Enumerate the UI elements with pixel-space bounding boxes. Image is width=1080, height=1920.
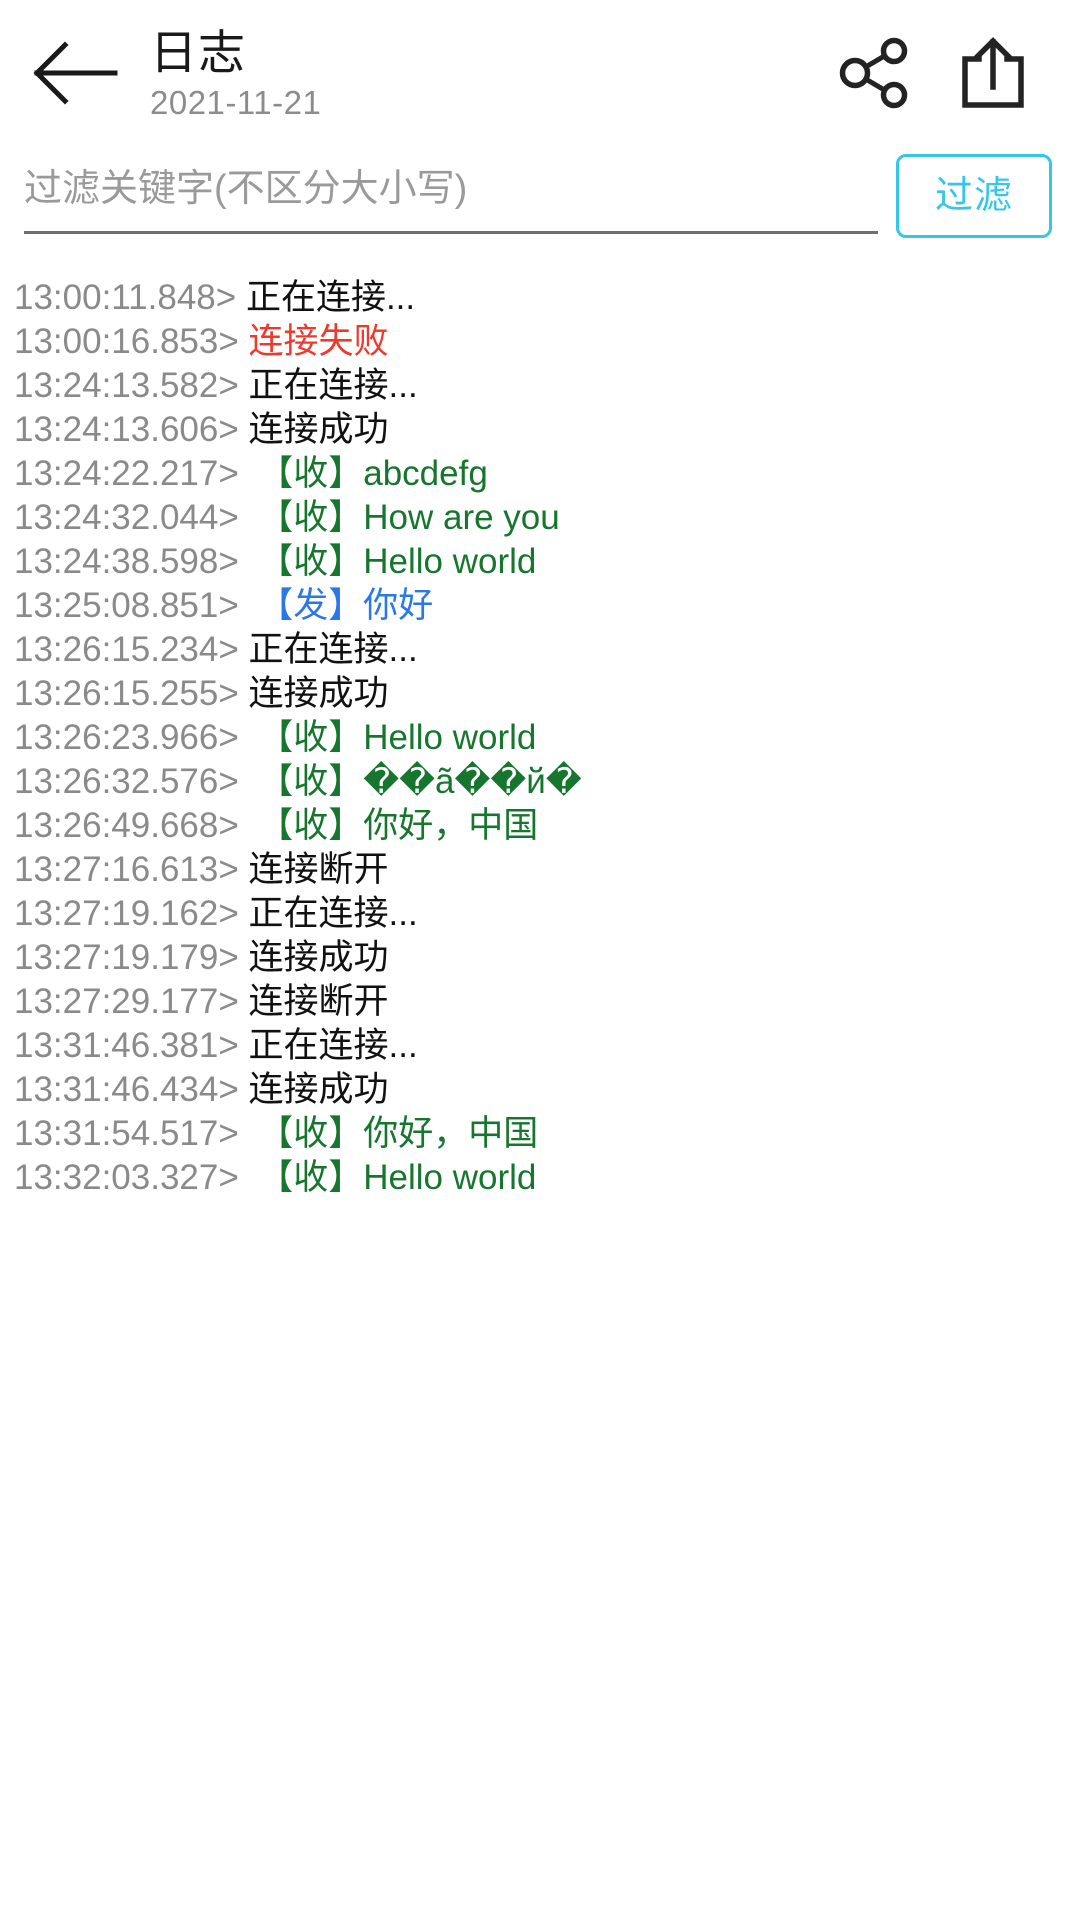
log-entry: 13:27:16.613> 连接断开 (14, 848, 1080, 892)
log-entry: 13:24:13.582> 正在连接... (14, 364, 1080, 408)
log-message: 正在连接... (248, 366, 418, 405)
log-timestamp: 13:27:29.177> (14, 982, 249, 1021)
log-message: 连接成功 (248, 938, 389, 977)
log-timestamp: 13:32:03.327> (14, 1158, 249, 1197)
filter-input-underline (24, 231, 878, 234)
log-message: 【收】abcdefg (248, 454, 488, 493)
log-message: 连接成功 (248, 410, 389, 449)
filter-input-container (24, 146, 878, 246)
log-entry: 13:26:49.668> 【收】你好，中国 (14, 804, 1080, 848)
log-timestamp: 13:24:13.582> (14, 366, 249, 405)
back-button[interactable] (0, 0, 150, 146)
log-message: 【收】Hello world (248, 542, 537, 581)
log-list[interactable]: 13:00:11.848> 正在连接... 13:00:16.853> 连接失败 1… (0, 262, 1080, 1200)
log-entry: 13:27:19.162> 正在连接... (14, 892, 1080, 936)
export-button[interactable] (934, 0, 1052, 146)
share-button[interactable] (816, 0, 934, 146)
log-message: 【收】你好，中国 (248, 1114, 539, 1153)
log-message: 正在连接... (245, 278, 416, 317)
log-timestamp: 13:26:23.966> (14, 718, 249, 757)
log-entry: 13:24:22.217> 【收】abcdefg (14, 452, 1080, 496)
log-timestamp: 13:25:08.851> (14, 586, 249, 625)
log-entry: 13:24:38.598> 【收】Hello world (14, 540, 1080, 584)
log-timestamp: 13:24:32.044> (14, 498, 249, 537)
log-timestamp: 13:26:15.255> (14, 674, 249, 713)
log-entry: 13:26:32.576> 【收】��ã��й� (14, 760, 1080, 804)
log-timestamp: 13:26:49.668> (14, 806, 249, 845)
arrow-left-icon (31, 40, 119, 106)
log-timestamp: 13:31:46.434> (14, 1070, 249, 1109)
log-timestamp: 13:31:54.517> (14, 1114, 249, 1153)
log-entry: 13:24:13.606> 连接成功 (14, 408, 1080, 452)
log-timestamp: 13:26:15.234> (14, 630, 249, 669)
page-title: 日志 (150, 26, 246, 79)
log-entry: 13:25:08.851> 【发】你好 (14, 584, 1080, 628)
log-entry: 13:27:29.177> 连接断开 (14, 980, 1080, 1024)
log-message: 【收】你好，中国 (248, 806, 539, 845)
log-entry: 13:32:03.327> 【收】Hello world (14, 1156, 1080, 1200)
log-message: 连接成功 (248, 1070, 389, 1109)
log-entry: 13:31:46.434> 连接成功 (14, 1068, 1080, 1112)
log-timestamp: 13:24:38.598> (14, 542, 249, 581)
log-timestamp: 13:24:22.217> (14, 454, 249, 493)
log-message: 正在连接... (248, 1026, 418, 1065)
log-message: 连接断开 (248, 850, 389, 889)
log-entry: 13:00:11.848> 正在连接... (14, 276, 1080, 320)
log-entry: 13:26:23.966> 【收】Hello world (14, 716, 1080, 760)
filter-keyword-input[interactable] (24, 146, 878, 232)
log-entry: 13:31:54.517> 【收】你好，中国 (14, 1112, 1080, 1156)
filter-apply-button[interactable]: 过滤 (896, 154, 1052, 238)
log-message: 正在连接... (248, 894, 418, 933)
log-message: 连接断开 (248, 982, 389, 1021)
filter-bar: 过滤 (0, 146, 1080, 262)
log-timestamp: 13:26:32.576> (14, 762, 249, 801)
log-message: 连接失败 (248, 322, 389, 361)
log-entry: 13:31:46.381> 正在连接... (14, 1024, 1080, 1068)
log-message: 正在连接... (248, 630, 418, 669)
app-bar-actions (816, 0, 1080, 146)
log-entry: 13:26:15.234> 正在连接... (14, 628, 1080, 672)
log-message: 【收】Hello world (248, 718, 537, 757)
log-message: 【发】你好 (248, 586, 434, 625)
share-nodes-icon (838, 36, 912, 110)
app-bar: 日志 2021-11-21 (0, 0, 1080, 146)
log-timestamp: 13:31:46.381> (14, 1026, 249, 1065)
title-block: 日志 2021-11-21 (150, 22, 816, 124)
log-timestamp: 13:00:11.848> (14, 278, 246, 317)
log-message: 【收】How are you (248, 498, 560, 537)
log-entry: 13:00:16.853> 连接失败 (14, 320, 1080, 364)
log-entry: 13:27:19.179> 连接成功 (14, 936, 1080, 980)
log-message: 连接成功 (248, 674, 389, 713)
log-timestamp: 13:00:16.853> (14, 322, 249, 361)
log-message: 【收】Hello world (248, 1158, 537, 1197)
log-timestamp: 13:27:19.179> (14, 938, 249, 977)
log-timestamp: 13:27:16.613> (14, 850, 249, 889)
log-message: 【收】��ã��й� (248, 762, 582, 801)
export-upload-icon (957, 35, 1029, 111)
page-subtitle-date: 2021-11-21 (150, 84, 322, 121)
log-timestamp: 13:27:19.162> (14, 894, 249, 933)
log-entry: 13:24:32.044> 【收】How are you (14, 496, 1080, 540)
log-timestamp: 13:24:13.606> (14, 410, 249, 449)
log-entry: 13:26:15.255> 连接成功 (14, 672, 1080, 716)
